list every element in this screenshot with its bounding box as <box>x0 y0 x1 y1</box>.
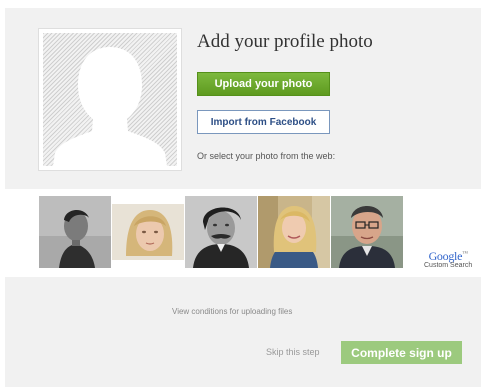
upload-conditions-link[interactable]: View conditions for uploading files <box>172 307 292 316</box>
web-photo-1[interactable] <box>39 196 111 268</box>
web-photo-3[interactable] <box>185 196 257 268</box>
web-photo-5[interactable] <box>331 196 403 268</box>
complete-signup-button[interactable]: Complete sign up <box>341 341 462 364</box>
web-photo-2-image <box>112 196 184 268</box>
google-caption: Custom Search <box>424 262 473 269</box>
web-photo-strip <box>39 196 405 268</box>
footer-panel <box>5 277 481 387</box>
web-photo-2[interactable] <box>112 196 184 268</box>
page-title: Add your profile photo <box>197 31 373 52</box>
web-photo-4[interactable] <box>258 196 330 268</box>
google-logo: Google™ <box>424 248 472 262</box>
web-photo-1-image <box>39 196 111 268</box>
google-trademark: ™ <box>462 251 468 257</box>
person-silhouette-icon <box>53 47 167 166</box>
upload-photo-button[interactable]: Upload your photo <box>197 72 330 96</box>
web-photo-3-image <box>185 196 257 268</box>
web-photo-5-image <box>331 196 403 268</box>
web-photo-4-image <box>258 196 330 268</box>
google-custom-search[interactable]: Google™ Custom Search <box>424 248 472 270</box>
web-photo-label: Or select your photo from the web: <box>197 151 336 161</box>
import-facebook-button[interactable]: Import from Facebook <box>197 110 330 134</box>
silhouette-background <box>43 33 177 166</box>
google-logo-text: Google <box>428 249 463 263</box>
profile-photo-placeholder <box>38 28 182 171</box>
skip-step-link[interactable]: Skip this step <box>266 347 320 357</box>
